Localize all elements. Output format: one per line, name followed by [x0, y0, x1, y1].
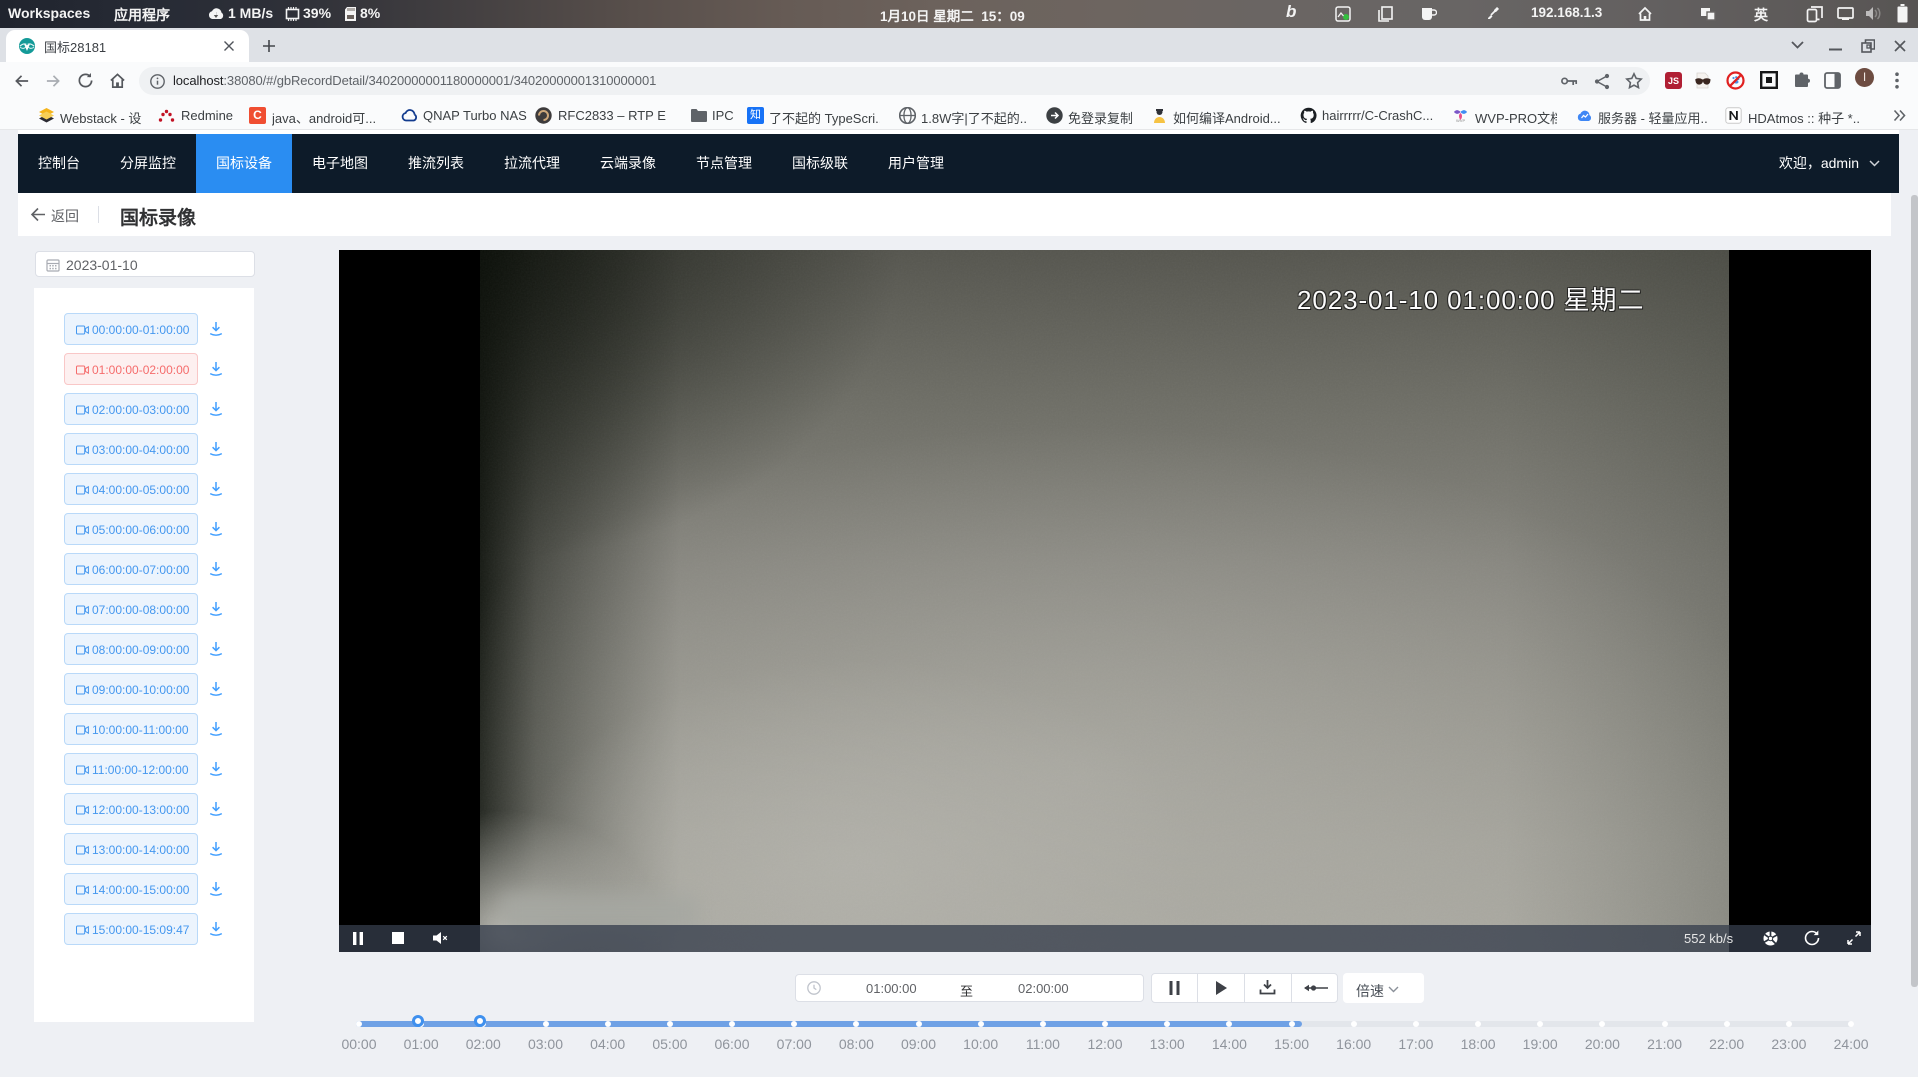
svg-text:WVP: WVP: [1456, 118, 1465, 123]
